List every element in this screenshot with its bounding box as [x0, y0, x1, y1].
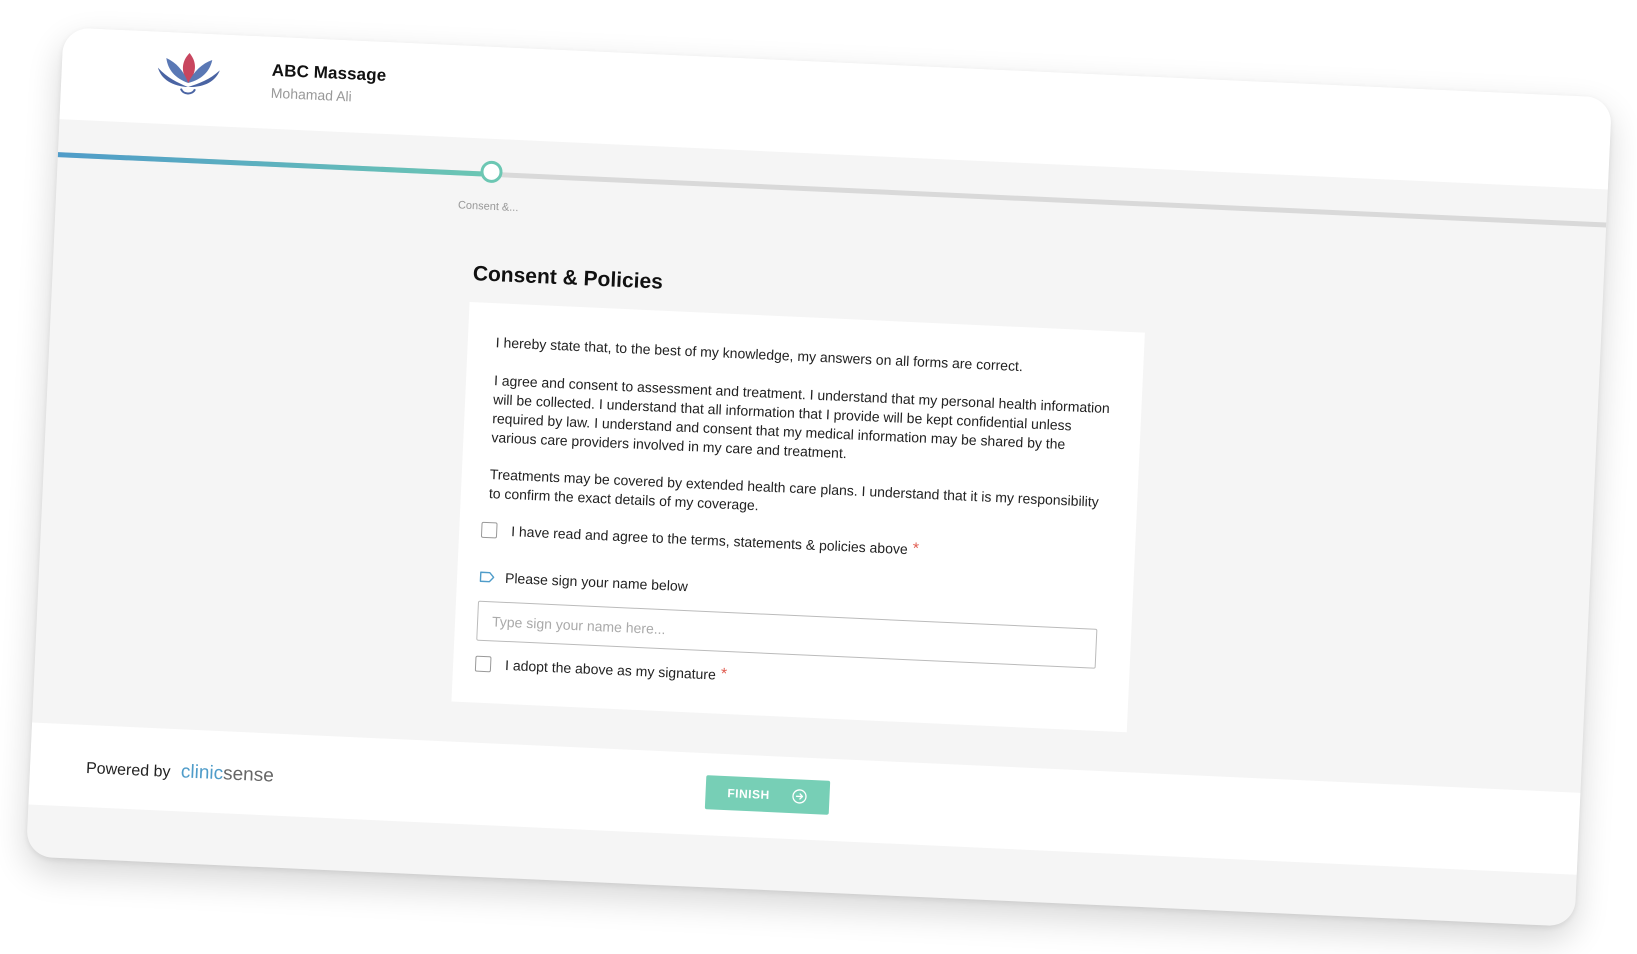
- required-marker: *: [720, 665, 728, 684]
- consent-paragraph: Treatments may be covered by extended he…: [488, 466, 1100, 514]
- required-marker: *: [912, 540, 920, 558]
- powered-by-text: Powered by: [85, 760, 171, 781]
- clinicsense-logo-part: clinic: [180, 761, 224, 785]
- consent-paragraph: I agree and consent to assessment and tr…: [491, 372, 1111, 462]
- sign-prompt-row: Please sign your name below: [479, 569, 688, 594]
- current-step-indicator: [480, 160, 503, 184]
- consent-panel: I hereby state that, to the best of my k…: [451, 301, 1145, 733]
- adopt-signature-row[interactable]: I adopt the above as my signature *: [474, 655, 728, 684]
- agree-terms-checkbox[interactable]: [480, 521, 498, 539]
- agree-terms-label: I have read and agree to the terms, stat…: [510, 523, 909, 558]
- finish-button[interactable]: FINISH: [704, 775, 831, 815]
- agree-terms-row[interactable]: I have read and agree to the terms, stat…: [480, 521, 920, 559]
- footer: Powered by clinicsense FINISH: [28, 722, 1581, 875]
- consent-paragraph: I hereby state that, to the best of my k…: [495, 334, 1024, 375]
- progress-fill: [57, 152, 492, 177]
- current-step-label: Consent &...: [457, 199, 519, 215]
- clinicsense-logo[interactable]: clinicsense: [180, 761, 274, 786]
- business-name: ABC Massage: [271, 60, 387, 85]
- stage: ABC Massage Mohamad Ali Consent &... Con…: [0, 0, 1637, 954]
- label-tag-icon: [479, 571, 495, 583]
- practitioner-name: Mohamad Ali: [270, 84, 353, 105]
- clinicsense-logo-part: sense: [222, 763, 275, 787]
- lotus-logo-icon: [157, 53, 220, 95]
- page-title: Consent & Policies: [472, 262, 664, 294]
- adopt-signature-checkbox[interactable]: [474, 655, 492, 673]
- finish-button-label: FINISH: [727, 786, 771, 803]
- arrow-right-circle-icon: [792, 789, 807, 804]
- sign-prompt-label: Please sign your name below: [504, 569, 689, 595]
- powered-by: Powered by clinicsense: [86, 757, 275, 788]
- form-window: ABC Massage Mohamad Ali Consent &... Con…: [25, 27, 1613, 927]
- adopt-signature-label: I adopt the above as my signature: [504, 656, 717, 683]
